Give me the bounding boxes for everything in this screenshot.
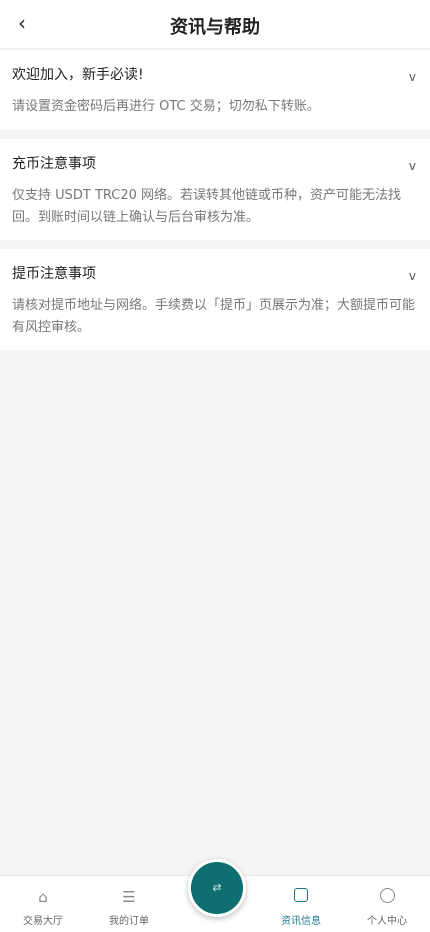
nav-label: 个人中心 xyxy=(367,916,407,927)
nav-item-trading-hall[interactable]: ⌂ 交易大厅 xyxy=(0,876,86,932)
card-title: 提币注意事项 xyxy=(12,266,96,282)
card-body: 请核对提币地址与网络。手续费以「提币」页展示为准；大额提币可能有风控审核。 xyxy=(12,298,416,335)
home-icon: ⌂ xyxy=(38,888,48,906)
card-body: 仅支持 USDT TRC20 网络。若误转其他链或币种，资产可能无法找回。到账时… xyxy=(12,188,402,225)
chevron-down-icon[interactable]: v xyxy=(409,269,416,283)
card-title: 充币注意事项 xyxy=(12,156,96,172)
chevron-down-icon[interactable]: v xyxy=(409,159,416,173)
nav-item-profile[interactable]: 个人中心 xyxy=(344,876,430,932)
nav-item-my-orders[interactable]: ☰ 我的订单 xyxy=(86,876,172,932)
top-bar: ‹ 资讯与帮助 xyxy=(0,0,430,49)
square-icon xyxy=(258,888,344,906)
nav-item-news[interactable]: 资讯信息 xyxy=(258,876,344,932)
list-icon: ☰ xyxy=(122,888,136,906)
help-card-welcome[interactable]: 欢迎加入，新手必读! v 请设置资金密码后再进行 OTC 交易；切勿私下转账。 xyxy=(0,50,430,130)
nav-label: 资讯信息 xyxy=(281,916,321,927)
nav-label: 我的订单 xyxy=(109,916,149,927)
exchange-icon: ⇄ xyxy=(212,881,222,894)
card-title: 欢迎加入，新手必读! xyxy=(12,67,144,83)
nav-label: 交易大厅 xyxy=(23,916,63,927)
help-card-deposit[interactable]: 充币注意事项 v 仅支持 USDT TRC20 网络。若误转其他链或币种，资产可… xyxy=(0,139,430,240)
help-card-withdraw[interactable]: 提币注意事项 v 请核对提币地址与网络。手续费以「提币」页展示为准；大额提币可能… xyxy=(0,249,430,350)
chevron-down-icon[interactable]: v xyxy=(409,70,416,84)
exchange-fab-button[interactable]: ⇄ xyxy=(188,859,246,917)
page-title: 资讯与帮助 xyxy=(170,17,260,38)
circle-icon xyxy=(344,888,430,906)
card-body: 请设置资金密码后再进行 OTC 交易；切勿私下转账。 xyxy=(12,99,320,114)
